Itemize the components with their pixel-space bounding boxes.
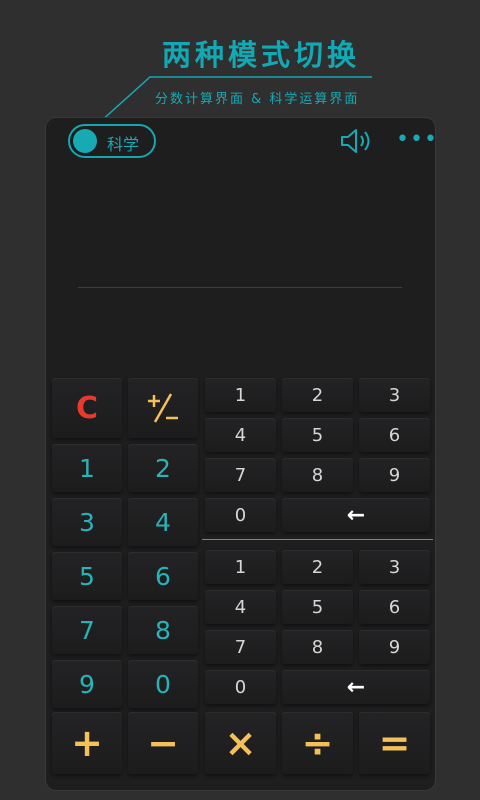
key-label: 2 <box>155 453 171 483</box>
fraction-bar <box>202 539 433 540</box>
key-label: 9 <box>388 636 401 658</box>
add-button[interactable]: + <box>52 712 122 774</box>
left-key-2[interactable]: 2 <box>128 444 198 492</box>
denominator-key-5[interactable]: 5 <box>282 590 353 624</box>
denominator-key-6[interactable]: 6 <box>359 590 430 624</box>
divide-label: ÷ <box>301 721 334 765</box>
left-key-0[interactable]: 0 <box>128 660 198 708</box>
key-label: 4 <box>234 596 247 618</box>
numerator-key-6[interactable]: 6 <box>359 418 430 452</box>
left-key-9[interactable]: 9 <box>52 660 122 708</box>
divide-button[interactable]: ÷ <box>282 712 353 774</box>
key-label: 6 <box>155 561 171 591</box>
multiply-label: × <box>224 721 257 765</box>
multiply-button[interactable]: × <box>205 712 276 774</box>
toggle-knob <box>73 129 97 153</box>
numerator-key-7[interactable]: 7 <box>205 458 276 492</box>
key-label: 2 <box>311 384 324 406</box>
left-key-7[interactable]: 7 <box>52 606 122 654</box>
key-label: 3 <box>388 556 401 578</box>
speaker-icon[interactable] <box>340 128 374 154</box>
key-label: 0 <box>234 504 247 526</box>
key-label: 6 <box>388 596 401 618</box>
denominator-key-3[interactable]: 3 <box>359 550 430 584</box>
mode-label: 科学 <box>107 135 140 154</box>
plus-minus-slash-icon <box>148 393 178 423</box>
clear-label: C <box>75 390 99 426</box>
key-label: 1 <box>234 384 247 406</box>
key-label: 6 <box>388 424 401 446</box>
numerator-key-5[interactable]: 5 <box>282 418 353 452</box>
subtract-button[interactable]: − <box>128 712 198 774</box>
denominator-key-2[interactable]: 2 <box>282 550 353 584</box>
equals-button[interactable]: = <box>359 712 430 774</box>
numerator-key-8[interactable]: 8 <box>282 458 353 492</box>
key-label: 0 <box>234 676 247 698</box>
clear-button[interactable]: C <box>52 378 122 438</box>
left-key-6[interactable]: 6 <box>128 552 198 600</box>
display-divider <box>78 287 402 288</box>
equals-label: = <box>378 721 411 765</box>
key-label: 1 <box>79 453 95 483</box>
subtract-label: − <box>147 721 179 765</box>
numerator-key-2[interactable]: 2 <box>282 378 353 412</box>
numerator-key-1[interactable]: 1 <box>205 378 276 412</box>
key-label: 3 <box>388 384 401 406</box>
key-label: 1 <box>234 556 247 578</box>
add-label: + <box>71 721 103 765</box>
key-label: 0 <box>155 669 171 699</box>
numerator-key-4[interactable]: 4 <box>205 418 276 452</box>
denominator-key-4[interactable]: 4 <box>205 590 276 624</box>
key-label: 3 <box>79 507 95 537</box>
left-key-4[interactable]: 4 <box>128 498 198 546</box>
calculator-window: 科学 ••• C 1 2 3 4 5 6 7 8 9 0 1 2 3 4 5 6… <box>46 118 435 790</box>
denominator-key-8[interactable]: 8 <box>282 630 353 664</box>
key-label: 8 <box>311 464 324 486</box>
left-key-3[interactable]: 3 <box>52 498 122 546</box>
key-label: 5 <box>311 596 324 618</box>
denominator-key-1[interactable]: 1 <box>205 550 276 584</box>
key-label: 5 <box>79 561 95 591</box>
left-key-8[interactable]: 8 <box>128 606 198 654</box>
key-label: 7 <box>234 464 247 486</box>
key-label: 4 <box>234 424 247 446</box>
numerator-key-9[interactable]: 9 <box>359 458 430 492</box>
more-dots-icon[interactable]: ••• <box>396 129 435 151</box>
denominator-backspace-button[interactable]: ← <box>282 670 430 704</box>
denominator-key-0[interactable]: 0 <box>205 670 276 704</box>
numerator-backspace-button[interactable]: ← <box>282 498 430 532</box>
denominator-key-9[interactable]: 9 <box>359 630 430 664</box>
key-label: 9 <box>388 464 401 486</box>
promo-subtitle: 分数计算界面 & 科学运算界面 <box>155 92 360 107</box>
numerator-key-3[interactable]: 3 <box>359 378 430 412</box>
left-key-5[interactable]: 5 <box>52 552 122 600</box>
key-label: 8 <box>311 636 324 658</box>
denominator-key-7[interactable]: 7 <box>205 630 276 664</box>
backspace-icon: ← <box>346 502 366 528</box>
key-label: 5 <box>311 424 324 446</box>
key-label: 7 <box>79 615 95 645</box>
sign-toggle-button[interactable] <box>128 378 198 438</box>
key-label: 2 <box>311 556 324 578</box>
promo-pointer-line <box>99 76 372 123</box>
key-label: 9 <box>79 669 95 699</box>
left-key-1[interactable]: 1 <box>52 444 122 492</box>
numerator-key-0[interactable]: 0 <box>205 498 276 532</box>
key-label: 7 <box>234 636 247 658</box>
backspace-icon: ← <box>346 674 366 700</box>
mode-toggle[interactable]: 科学 <box>68 124 156 158</box>
key-label: 4 <box>155 507 171 537</box>
key-label: 8 <box>155 615 171 645</box>
